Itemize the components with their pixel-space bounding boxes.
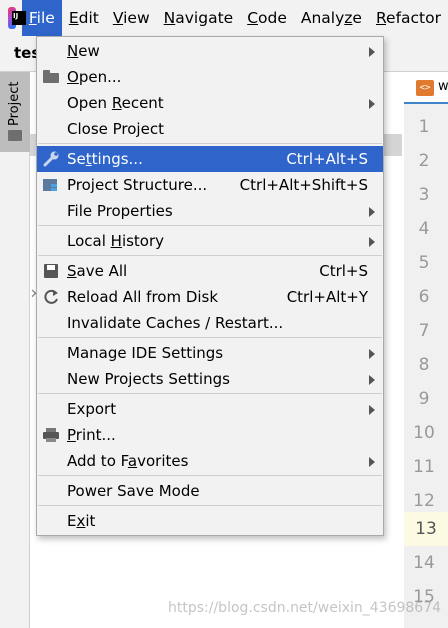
menu-separator <box>38 225 382 226</box>
reload-icon <box>43 289 61 305</box>
line-number: 11 <box>413 457 435 477</box>
submenu-arrow-icon <box>369 207 375 217</box>
intellij-logo-icon: IJ <box>8 7 26 29</box>
save-icon <box>43 263 61 279</box>
file-menu-dropdown: New Open... Open Recent Close Project Se… <box>36 36 384 536</box>
line-number: 14 <box>413 553 435 573</box>
menu-separator <box>38 475 382 476</box>
menu-separator <box>38 337 382 338</box>
menu-item-save-all[interactable]: Save All Ctrl+S <box>37 258 383 284</box>
menu-separator <box>38 393 382 394</box>
current-line-number: 13 <box>404 512 448 546</box>
line-number: 6 <box>418 287 430 307</box>
submenu-arrow-icon <box>369 375 375 385</box>
menu-bar: IJ File Edit View Navigate Code Analyze … <box>0 0 448 36</box>
menu-item-new-projects-settings[interactable]: New Projects Settings <box>37 366 383 392</box>
line-number: 8 <box>418 355 430 375</box>
menu-separator <box>38 505 382 506</box>
menu-item-local-history[interactable]: Local History <box>37 228 383 254</box>
shortcut-label: Ctrl+S <box>319 262 368 280</box>
line-number: 4 <box>418 219 430 239</box>
menu-item-project-structure[interactable]: Project Structure... Ctrl+Alt+Shift+S <box>37 172 383 198</box>
menu-navigate[interactable]: Navigate <box>157 0 241 36</box>
menu-analyze[interactable]: Analyze <box>294 0 369 36</box>
menu-code[interactable]: Code <box>240 0 294 36</box>
line-number: 5 <box>418 253 430 273</box>
menu-separator <box>38 143 382 144</box>
submenu-arrow-icon <box>369 405 375 415</box>
editor-tab-name: w <box>438 79 448 94</box>
menu-view[interactable]: View <box>106 0 157 36</box>
watermark: https://blog.csdn.net/weixin_43698674 <box>168 600 442 616</box>
wrench-icon <box>43 151 61 167</box>
menu-refactor[interactable]: Refactor <box>369 0 448 36</box>
menu-edit[interactable]: Edit <box>62 0 106 36</box>
line-number: 2 <box>418 151 430 171</box>
project-structure-icon <box>43 177 61 193</box>
line-number: 9 <box>418 389 430 409</box>
submenu-arrow-icon <box>369 457 375 467</box>
submenu-arrow-icon <box>369 349 375 359</box>
menu-item-invalidate-caches[interactable]: Invalidate Caches / Restart... <box>37 310 383 336</box>
folder-icon <box>43 69 61 85</box>
project-tool-window-tab[interactable]: Project <box>0 72 30 152</box>
menu-item-exit[interactable]: Exit <box>37 508 383 534</box>
editor-tab[interactable]: <> w <box>404 72 448 104</box>
menu-item-open[interactable]: Open... <box>37 64 383 90</box>
line-number: 10 <box>413 423 435 443</box>
print-icon <box>43 427 61 443</box>
project-folder-icon <box>8 130 22 141</box>
menu-item-settings[interactable]: Settings... Ctrl+Alt+S <box>37 146 383 172</box>
menu-item-new[interactable]: New <box>37 38 383 64</box>
menu-item-reload-all[interactable]: Reload All from Disk Ctrl+Alt+Y <box>37 284 383 310</box>
submenu-arrow-icon <box>369 47 375 57</box>
line-number: 7 <box>418 321 430 341</box>
submenu-arrow-icon <box>369 237 375 247</box>
menu-item-open-recent[interactable]: Open Recent <box>37 90 383 116</box>
menu-separator <box>38 255 382 256</box>
menu-item-power-save-mode[interactable]: Power Save Mode <box>37 478 383 504</box>
menu-file[interactable]: File <box>21 0 62 36</box>
xml-file-icon: <> <box>416 80 434 96</box>
line-number: 3 <box>418 185 430 205</box>
submenu-arrow-icon <box>369 99 375 109</box>
line-number: 1 <box>418 117 430 137</box>
shortcut-label: Ctrl+Alt+S <box>286 150 368 168</box>
left-tool-strip <box>0 72 30 628</box>
project-tab-label: Project <box>7 81 22 126</box>
shortcut-label: Ctrl+Alt+Y <box>286 288 368 306</box>
shortcut-label: Ctrl+Alt+Shift+S <box>239 176 368 194</box>
menu-item-close-project[interactable]: Close Project <box>37 116 383 142</box>
menu-item-add-to-favorites[interactable]: Add to Favorites <box>37 448 383 474</box>
menu-item-manage-ide-settings[interactable]: Manage IDE Settings <box>37 340 383 366</box>
menu-item-export[interactable]: Export <box>37 396 383 422</box>
menu-item-file-properties[interactable]: File Properties <box>37 198 383 224</box>
menu-item-print[interactable]: Print... <box>37 422 383 448</box>
